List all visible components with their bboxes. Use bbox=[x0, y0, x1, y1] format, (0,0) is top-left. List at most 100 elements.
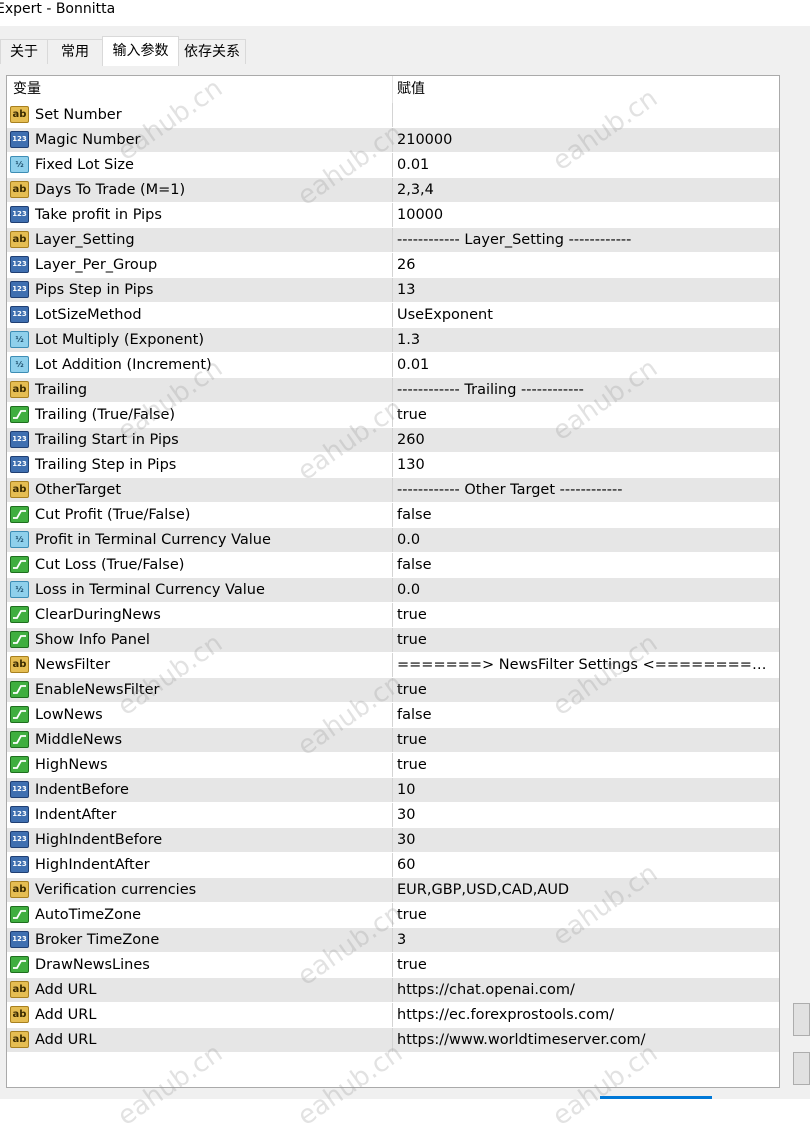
param-row[interactable]: ab Set Number bbox=[7, 103, 779, 128]
param-row[interactable]: ab OtherTarget ------------ Other Target -… bbox=[7, 478, 779, 503]
param-value[interactable]: 26 bbox=[397, 253, 777, 277]
param-value[interactable]: 3 bbox=[397, 928, 777, 952]
param-row[interactable]: 123 Take profit in Pips 10000 bbox=[7, 203, 779, 228]
param-row[interactable]: ab Add URL https://www.worldtimeserver.com… bbox=[7, 1028, 779, 1053]
param-row[interactable]: HighNews true bbox=[7, 753, 779, 778]
param-row[interactable]: DrawNewsLines true bbox=[7, 953, 779, 978]
param-value[interactable]: ------------ Other Target ------------ bbox=[397, 478, 777, 502]
cell-divider bbox=[392, 928, 393, 952]
param-value[interactable]: https://chat.openai.com/ bbox=[397, 978, 777, 1002]
param-row[interactable]: ab Trailing ------------ Trailing --------… bbox=[7, 378, 779, 403]
param-value[interactable]: false bbox=[397, 553, 777, 577]
param-value[interactable]: =======> NewsFilter Settings <==========… bbox=[397, 653, 777, 677]
param-value[interactable]: 2,3,4 bbox=[397, 178, 777, 202]
param-row[interactable]: ab Verification currencies EUR,GBP,USD,CAD… bbox=[7, 878, 779, 903]
param-value[interactable]: 1.3 bbox=[397, 328, 777, 352]
param-row[interactable]: Show Info Panel true bbox=[7, 628, 779, 653]
param-value[interactable]: ------------ Trailing ------------ bbox=[397, 378, 777, 402]
param-row[interactable]: ab NewsFilter =======> NewsFilter Settings… bbox=[7, 653, 779, 678]
param-value[interactable]: 30 bbox=[397, 803, 777, 827]
param-row[interactable]: 123 Pips Step in Pips 13 bbox=[7, 278, 779, 303]
param-value[interactable]: https://ec.forexprostools.com/ bbox=[397, 1003, 777, 1027]
param-value[interactable]: true bbox=[397, 728, 777, 752]
param-value[interactable]: 130 bbox=[397, 453, 777, 477]
tab-inputs[interactable]: 输入参数 bbox=[102, 36, 179, 66]
cell-divider bbox=[392, 103, 393, 127]
param-row[interactable]: Cut Profit (True/False) false bbox=[7, 503, 779, 528]
param-row[interactable]: 123 Trailing Start in Pips 260 bbox=[7, 428, 779, 453]
double-type-icon: ½ bbox=[10, 531, 29, 548]
param-value[interactable]: 0.0 bbox=[397, 528, 777, 552]
param-row[interactable]: ab Days To Trade (M=1) 2,3,4 bbox=[7, 178, 779, 203]
param-row[interactable]: 123 Layer_Per_Group 26 bbox=[7, 253, 779, 278]
param-value[interactable]: false bbox=[397, 503, 777, 527]
param-value[interactable]: EUR,GBP,USD,CAD,AUD bbox=[397, 878, 777, 902]
param-row[interactable]: 123 Trailing Step in Pips 130 bbox=[7, 453, 779, 478]
param-row[interactable]: Cut Loss (True/False) false bbox=[7, 553, 779, 578]
param-value[interactable]: true bbox=[397, 753, 777, 777]
param-name: Set Number bbox=[35, 107, 122, 123]
integer-type-icon: 123 bbox=[10, 806, 29, 823]
column-header-value[interactable]: 赋值 bbox=[397, 76, 425, 103]
param-row[interactable]: 123 Broker TimeZone 3 bbox=[7, 928, 779, 953]
param-value[interactable]: true bbox=[397, 603, 777, 627]
param-row[interactable]: ½ Lot Multiply (Exponent) 1.3 bbox=[7, 328, 779, 353]
param-row[interactable]: 123 HighIndentAfter 60 bbox=[7, 853, 779, 878]
param-row[interactable]: 123 LotSizeMethod UseExponent bbox=[7, 303, 779, 328]
param-row[interactable]: ab Add URL https://chat.openai.com/ bbox=[7, 978, 779, 1003]
param-row[interactable]: ½ Loss in Terminal Currency Value 0.0 bbox=[7, 578, 779, 603]
param-value[interactable]: false bbox=[397, 703, 777, 727]
string-type-icon: ab bbox=[10, 231, 29, 248]
column-divider[interactable] bbox=[392, 76, 393, 103]
param-name: IndentBefore bbox=[35, 782, 129, 798]
param-value[interactable]: 210000 bbox=[397, 128, 777, 152]
param-value[interactable]: 0.0 bbox=[397, 578, 777, 602]
param-row[interactable]: ½ Lot Addition (Increment) 0.01 bbox=[7, 353, 779, 378]
param-row[interactable]: EnableNewsFilter true bbox=[7, 678, 779, 703]
param-value[interactable]: 60 bbox=[397, 853, 777, 877]
param-value[interactable] bbox=[397, 103, 777, 127]
integer-type-icon: 123 bbox=[10, 306, 29, 323]
tab-common[interactable]: 常用 bbox=[47, 39, 103, 64]
param-row[interactable]: ClearDuringNews true bbox=[7, 603, 779, 628]
param-value[interactable]: 10 bbox=[397, 778, 777, 802]
param-row[interactable]: 123 IndentAfter 30 bbox=[7, 803, 779, 828]
param-value[interactable]: true bbox=[397, 628, 777, 652]
param-value[interactable]: true bbox=[397, 953, 777, 977]
param-row[interactable]: MiddleNews true bbox=[7, 728, 779, 753]
param-row[interactable]: 123 Magic Number 210000 bbox=[7, 128, 779, 153]
side-button-upper[interactable] bbox=[793, 1003, 810, 1036]
tab-dependencies[interactable]: 依存关系 bbox=[178, 39, 246, 64]
param-row[interactable]: LowNews false bbox=[7, 703, 779, 728]
param-value[interactable]: UseExponent bbox=[397, 303, 777, 327]
param-row[interactable]: Trailing (True/False) true bbox=[7, 403, 779, 428]
inputs-grid[interactable]: 变量 赋值 ab Set Number 123 Magic Number 210000 ½… bbox=[6, 75, 780, 1088]
param-name: Magic Number bbox=[35, 132, 141, 148]
param-value[interactable]: ------------ Layer_Setting ------------ bbox=[397, 228, 777, 252]
param-value[interactable]: 0.01 bbox=[397, 153, 777, 177]
param-value[interactable]: 13 bbox=[397, 278, 777, 302]
param-value[interactable]: 0.01 bbox=[397, 353, 777, 377]
param-row[interactable]: ½ Profit in Terminal Currency Value 0.0 bbox=[7, 528, 779, 553]
param-name: HighIndentAfter bbox=[35, 857, 150, 873]
param-value[interactable]: true bbox=[397, 403, 777, 427]
param-value[interactable]: 10000 bbox=[397, 203, 777, 227]
param-row[interactable]: ab Add URL https://ec.forexprostools.com/ bbox=[7, 1003, 779, 1028]
param-value[interactable]: true bbox=[397, 678, 777, 702]
param-value[interactable]: 30 bbox=[397, 828, 777, 852]
param-row[interactable]: 123 IndentBefore 10 bbox=[7, 778, 779, 803]
param-value[interactable]: 260 bbox=[397, 428, 777, 452]
tab-about[interactable]: 关于 bbox=[0, 39, 48, 64]
cell-divider bbox=[392, 878, 393, 902]
integer-type-icon: 123 bbox=[10, 256, 29, 273]
param-value[interactable]: https://www.worldtimeserver.com/ bbox=[397, 1028, 777, 1052]
side-button-lower[interactable] bbox=[793, 1052, 810, 1085]
param-row[interactable]: AutoTimeZone true bbox=[7, 903, 779, 928]
param-row[interactable]: 123 HighIndentBefore 30 bbox=[7, 828, 779, 853]
param-value[interactable]: true bbox=[397, 903, 777, 927]
param-row[interactable]: ½ Fixed Lot Size 0.01 bbox=[7, 153, 779, 178]
param-name: LotSizeMethod bbox=[35, 307, 142, 323]
param-row[interactable]: ab Layer_Setting ------------ Layer_Settin… bbox=[7, 228, 779, 253]
column-header-variable[interactable]: 变量 bbox=[13, 76, 41, 103]
cell-divider bbox=[392, 353, 393, 377]
